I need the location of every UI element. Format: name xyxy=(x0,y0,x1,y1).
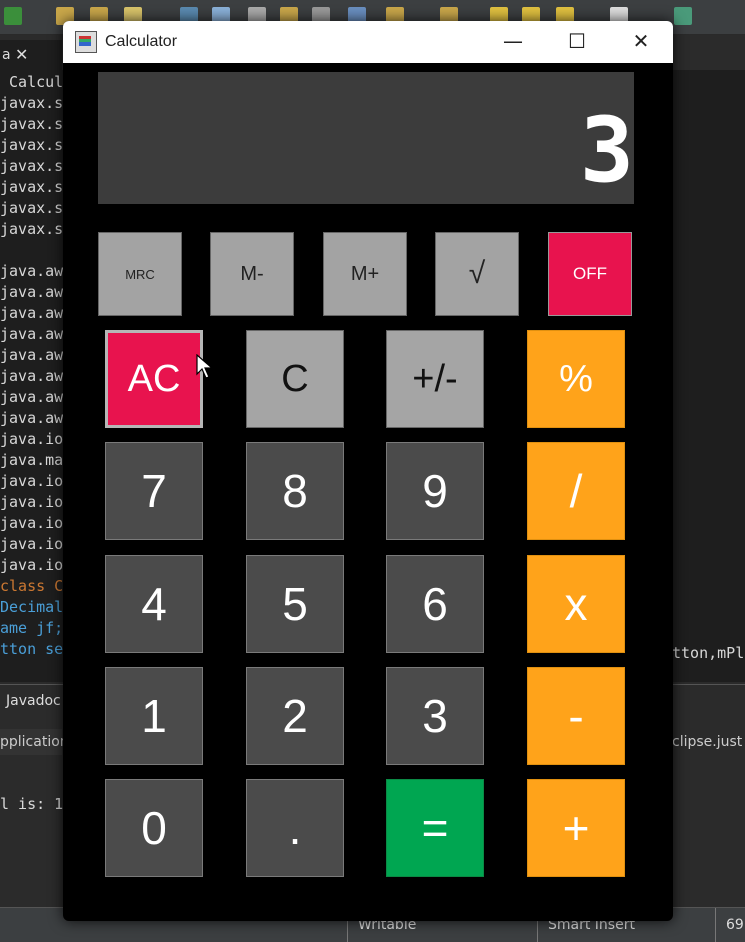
console-output: l is: 1 xyxy=(0,795,64,813)
code-line: Decimal xyxy=(0,598,64,616)
code-line: java.aw xyxy=(0,283,64,301)
digit-1-button[interactable]: 1 xyxy=(105,667,203,765)
code-line: javax.s xyxy=(0,199,64,217)
clear-button[interactable]: C xyxy=(246,330,344,428)
memory-minus-button[interactable]: M- xyxy=(210,232,294,316)
code-line: java.aw xyxy=(0,325,64,343)
minimize-button[interactable]: — xyxy=(481,21,545,63)
calculator-window: Calculator — ☐ ✕ 3 MRC M- M+ √ OFF AC C … xyxy=(63,21,673,921)
perspective-icon[interactable] xyxy=(674,7,692,25)
square-root-button[interactable]: √ xyxy=(435,232,519,316)
code-line: java.io xyxy=(0,535,64,553)
code-line: java.aw xyxy=(0,367,64,385)
close-icon[interactable]: ✕ xyxy=(15,40,28,70)
code-line: java.io xyxy=(0,472,64,490)
code-line: ame jf; xyxy=(0,619,64,637)
code-line: javax.s xyxy=(0,115,64,133)
memory-plus-button[interactable]: M+ xyxy=(323,232,407,316)
code-line: tton se xyxy=(0,640,64,658)
title-bar[interactable]: Calculator — ☐ ✕ xyxy=(63,21,673,63)
sign-button[interactable]: +/- xyxy=(386,330,484,428)
divide-button[interactable]: / xyxy=(527,442,625,540)
window-title: Calculator xyxy=(105,33,178,50)
code-line: class C xyxy=(0,577,64,595)
code-line: java.io xyxy=(0,493,64,511)
editor-tab-label: a xyxy=(2,47,11,63)
digit-5-button[interactable]: 5 xyxy=(246,555,344,653)
editor-tab[interactable]: a ✕ xyxy=(0,40,62,72)
digit-0-button[interactable]: 0 xyxy=(105,779,203,877)
run-icon[interactable] xyxy=(4,7,22,25)
code-line: java.io xyxy=(0,556,64,574)
equals-button[interactable]: = xyxy=(386,779,484,877)
code-line: java.ma xyxy=(0,451,64,469)
console-header: pplication xyxy=(0,729,69,755)
code-line: Calcul xyxy=(0,73,64,91)
digit-9-button[interactable]: 9 xyxy=(386,442,484,540)
code-line: java.aw xyxy=(0,388,64,406)
mouse-cursor-icon xyxy=(196,354,214,379)
digit-2-button[interactable]: 2 xyxy=(246,667,344,765)
digit-3-button[interactable]: 3 xyxy=(386,667,484,765)
all-clear-button[interactable]: AC xyxy=(105,330,203,428)
status-position: 69 xyxy=(715,908,745,942)
digit-6-button[interactable]: 6 xyxy=(386,555,484,653)
digit-8-button[interactable]: 8 xyxy=(246,442,344,540)
off-button[interactable]: OFF xyxy=(548,232,632,316)
digit-4-button[interactable]: 4 xyxy=(105,555,203,653)
close-button[interactable]: ✕ xyxy=(609,21,673,63)
javadoc-tab[interactable]: Javadoc xyxy=(0,685,68,717)
code-line: javax.s xyxy=(0,157,64,175)
plus-button[interactable]: + xyxy=(527,779,625,877)
code-line: java.aw xyxy=(0,409,64,427)
code-line: java.io xyxy=(0,430,64,448)
code-fragment: tton,mPl xyxy=(672,644,745,662)
java-app-icon xyxy=(75,31,97,53)
maximize-button[interactable]: ☐ xyxy=(545,21,609,63)
code-line: java.aw xyxy=(0,304,64,322)
code-line: javax.s xyxy=(0,220,64,238)
multiply-button[interactable]: x xyxy=(527,555,625,653)
calculator-display: 3 xyxy=(98,72,634,204)
code-line: javax.s xyxy=(0,94,64,112)
display-value: 3 xyxy=(579,98,634,203)
mrc-button[interactable]: MRC xyxy=(98,232,182,316)
console-header-right: clipse.just xyxy=(672,734,743,750)
digit-7-button[interactable]: 7 xyxy=(105,442,203,540)
percent-button[interactable]: % xyxy=(527,330,625,428)
minus-button[interactable]: - xyxy=(527,667,625,765)
code-line: javax.s xyxy=(0,178,64,196)
code-line: java.aw xyxy=(0,346,64,364)
code-line: javax.s xyxy=(0,136,64,154)
code-line: java.aw xyxy=(0,262,64,280)
code-line: java.io xyxy=(0,514,64,532)
decimal-point-button[interactable]: . xyxy=(246,779,344,877)
